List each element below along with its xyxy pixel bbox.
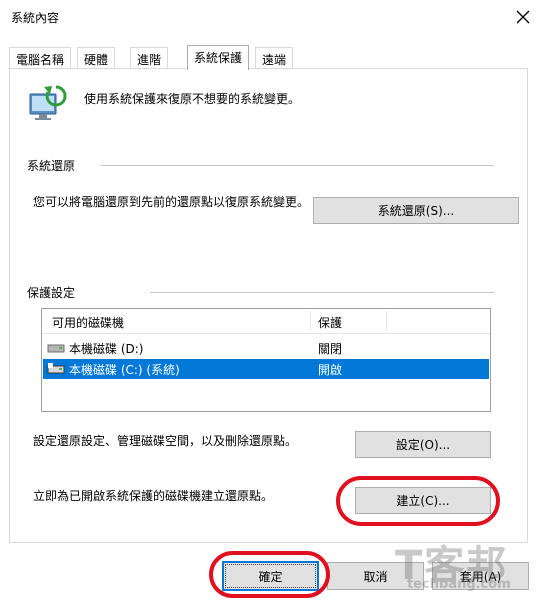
configure-description: 設定還原設定、管理磁碟空間，以及刪除還原點。 <box>33 434 298 448</box>
ok-button[interactable]: 確定 <box>222 561 319 591</box>
tab-advanced[interactable]: 進階 <box>130 47 169 68</box>
tab-hardware[interactable]: 硬體 <box>77 47 116 68</box>
drive-list[interactable]: 可用的磁碟機 保護 本機磁碟 (D:) 關閉 本機磁碟 (C:) (系統) 開啟 <box>41 308 491 412</box>
column-separator <box>310 311 311 331</box>
window-title: 系統內容 <box>11 11 60 25</box>
tab-system-protection[interactable]: 系統保護 <box>187 45 250 70</box>
protection-settings-divider <box>150 292 494 293</box>
create-button[interactable]: 建立(C)... <box>355 487 491 514</box>
drive-protection: 開啟 <box>318 362 343 377</box>
drive-protection: 關閉 <box>318 341 343 356</box>
header-divider <box>42 333 490 334</box>
create-description: 立即為已開啟系統保護的磁碟機建立還原點。 <box>33 489 274 503</box>
tab-remote[interactable]: 遠端 <box>255 47 294 68</box>
protection-settings-heading: 保護設定 <box>27 286 76 300</box>
tab-computer-name[interactable]: 電腦名稱 <box>9 47 72 68</box>
focus-rectangle <box>225 564 316 588</box>
system-restore-button[interactable]: 系統還原(S)... <box>313 197 519 224</box>
system-restore-button-label: 系統還原(S)... <box>377 204 455 218</box>
column-separator <box>386 311 387 331</box>
configure-button-label: 設定(O)... <box>395 438 451 452</box>
drive-name: 本機磁碟 (C:) (系統) <box>69 362 180 377</box>
close-button[interactable] <box>508 4 538 30</box>
system-restore-heading: 系統還原 <box>27 159 76 173</box>
close-icon <box>516 10 530 24</box>
system-protection-icon <box>28 84 70 124</box>
configure-button[interactable]: 設定(O)... <box>355 431 491 458</box>
title-bar: 系統內容 <box>0 0 541 36</box>
cancel-button-label: 取消 <box>363 569 388 584</box>
list-item[interactable]: 本機磁碟 (D:) 關閉 <box>43 338 489 358</box>
list-item[interactable]: 本機磁碟 (C:) (系統) 開啟 <box>43 359 489 379</box>
column-header-drives[interactable]: 可用的磁碟機 <box>52 309 124 333</box>
tab-panel <box>9 68 528 543</box>
drive-name: 本機磁碟 (D:) <box>69 341 144 356</box>
intro-text: 使用系統保護來復原不想要的系統變更。 <box>84 92 301 106</box>
system-restore-description: 您可以將電腦還原到先前的還原點以復原系統變更。 <box>33 195 310 209</box>
watermark-url: techbang.com <box>407 577 511 592</box>
system-restore-divider <box>101 165 494 166</box>
create-button-label: 建立(C)... <box>396 494 450 508</box>
column-header-protection[interactable]: 保護 <box>318 309 342 333</box>
drive-icon <box>47 344 65 353</box>
watermark: T客邦 techbang.com <box>393 533 533 599</box>
system-drive-icon <box>47 363 65 374</box>
